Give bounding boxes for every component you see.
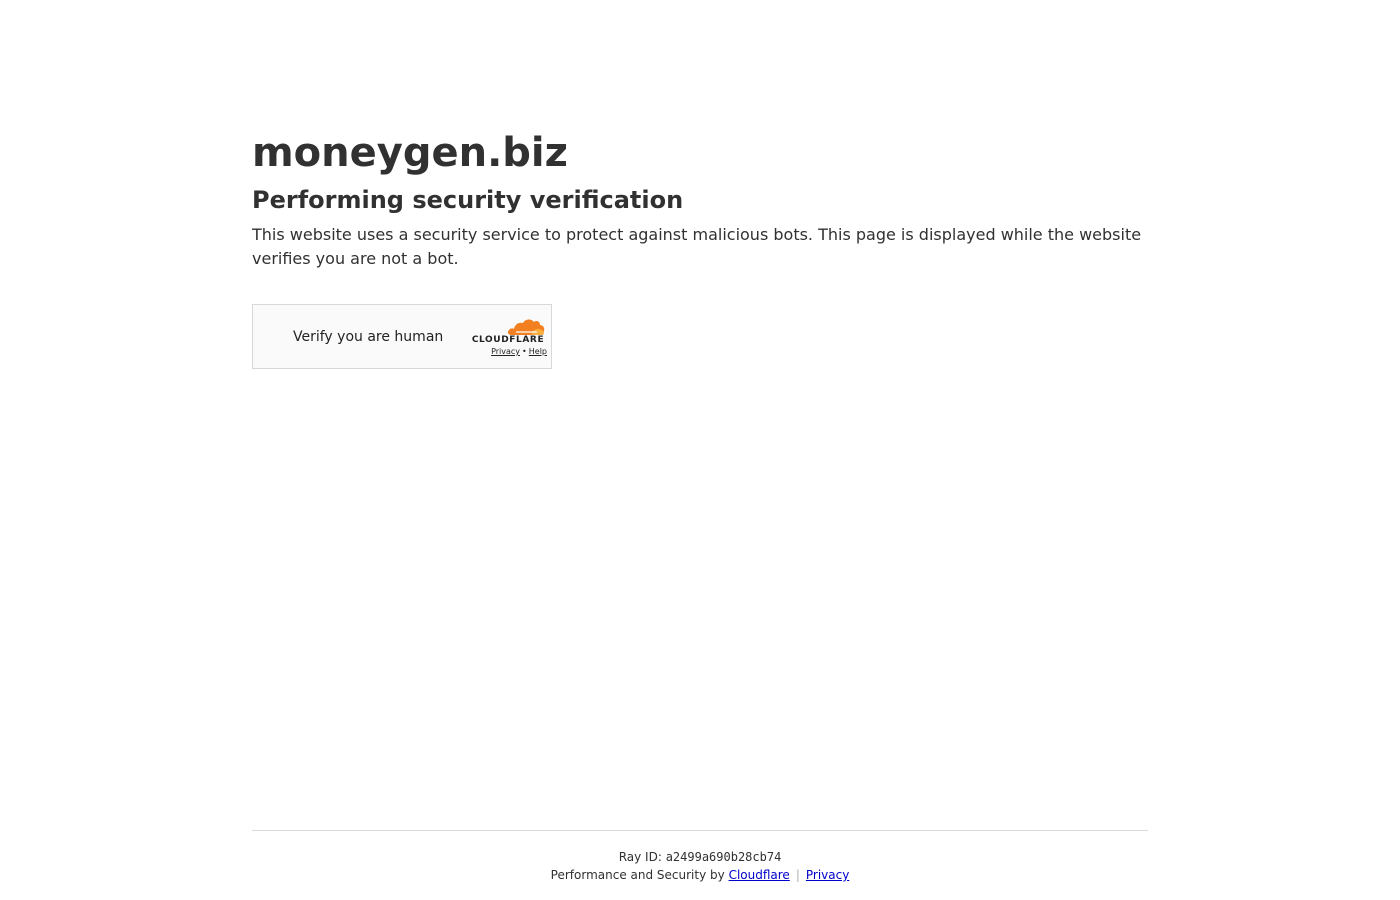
cloudflare-cloud-icon (507, 319, 545, 335)
ray-id-value: a2499a690b28cb74 (665, 850, 782, 864)
verify-label[interactable]: Verify you are human (293, 328, 443, 346)
widget-help-link[interactable]: Help (529, 347, 547, 356)
widget-privacy-link[interactable]: Privacy (491, 347, 520, 356)
footer-link-separator: | (795, 868, 800, 882)
cloudflare-wordmark: CLOUDFLARE (471, 335, 545, 345)
performance-line: Performance and Security by Cloudflare | P… (0, 867, 1400, 883)
widget-link-separator: • (522, 347, 527, 356)
ray-id-label: Ray ID: (618, 850, 662, 864)
widget-links: Privacy • Help (469, 347, 547, 357)
site-name: moneygen.biz (252, 130, 568, 176)
challenge-heading: Performing security verification (252, 186, 684, 214)
ray-id-line: Ray ID: a2499a690b28cb74 (0, 849, 1400, 865)
footer-divider (252, 830, 1148, 831)
cloudflare-branding: CLOUDFLARE Privacy • Help (469, 315, 547, 361)
footer-privacy-link[interactable]: Privacy (806, 868, 849, 882)
challenge-description: This website uses a security service to … (252, 225, 1142, 268)
cloudflare-link[interactable]: Cloudflare (729, 868, 790, 882)
performance-text: Performance and Security by (550, 868, 725, 882)
turnstile-widget[interactable]: Verify you are human CLOUDFLARE Privacy •… (252, 304, 552, 369)
